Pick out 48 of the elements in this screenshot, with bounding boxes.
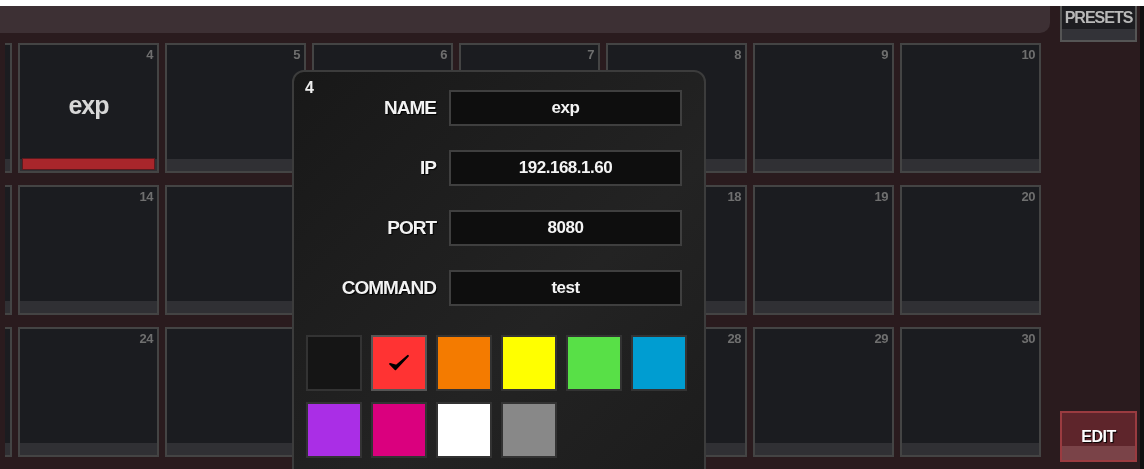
- presets-button[interactable]: PRESETS: [1060, 6, 1137, 42]
- color-swatch[interactable]: [436, 335, 492, 391]
- pad[interactable]: 5: [165, 43, 306, 173]
- pad[interactable]: 9: [753, 43, 894, 173]
- color-swatch[interactable]: [436, 402, 492, 458]
- pad-number: 30: [1021, 331, 1035, 346]
- field-label: PORT: [386, 217, 436, 239]
- pad[interactable]: 19: [753, 185, 894, 315]
- pad[interactable]: 30: [900, 327, 1041, 457]
- check-icon: [388, 354, 410, 372]
- pad-number: 19: [874, 189, 888, 204]
- color-swatch[interactable]: [306, 335, 362, 391]
- pad[interactable]: 14: [18, 185, 159, 315]
- pad-label: exp: [67, 91, 110, 120]
- pad-number: 29: [874, 331, 888, 346]
- input-field[interactable]: 192.168.1.60: [449, 150, 682, 186]
- edit-button[interactable]: EDIT: [1060, 411, 1137, 462]
- color-swatch[interactable]: [306, 402, 362, 458]
- pad-number: 4: [146, 47, 153, 62]
- pad-number: 20: [1021, 189, 1035, 204]
- pad[interactable]: 29: [753, 327, 894, 457]
- color-swatch[interactable]: [371, 335, 427, 391]
- pad-number: 9: [881, 47, 888, 62]
- pad-number: 24: [139, 331, 153, 346]
- pad-number: 6: [440, 47, 447, 62]
- pad[interactable]: 4 exp: [18, 43, 159, 173]
- pad-number: 5: [293, 47, 300, 62]
- field-label: NAME: [383, 97, 436, 119]
- color-swatch[interactable]: [631, 335, 687, 391]
- color-swatch[interactable]: [501, 402, 557, 458]
- pad[interactable]: 20: [900, 185, 1041, 315]
- color-swatch[interactable]: [566, 335, 622, 391]
- pad-number: 28: [727, 331, 741, 346]
- input-field[interactable]: test: [449, 270, 682, 306]
- pad-number: 4: [305, 79, 314, 97]
- input-field[interactable]: exp: [449, 90, 682, 126]
- field-label: IP: [419, 157, 436, 179]
- color-swatch[interactable]: [371, 402, 427, 458]
- pad-number: 7: [587, 47, 594, 62]
- input-field[interactable]: 8080: [449, 210, 682, 246]
- pad[interactable]: 24: [18, 327, 159, 457]
- pad-number: 10: [1021, 47, 1035, 62]
- pad-number: 18: [727, 189, 741, 204]
- field-label: COMMAND: [340, 277, 436, 299]
- pad-number: 8: [734, 47, 741, 62]
- pad[interactable]: 10: [900, 43, 1041, 173]
- pad-number: 14: [139, 189, 153, 204]
- color-swatch[interactable]: [501, 335, 557, 391]
